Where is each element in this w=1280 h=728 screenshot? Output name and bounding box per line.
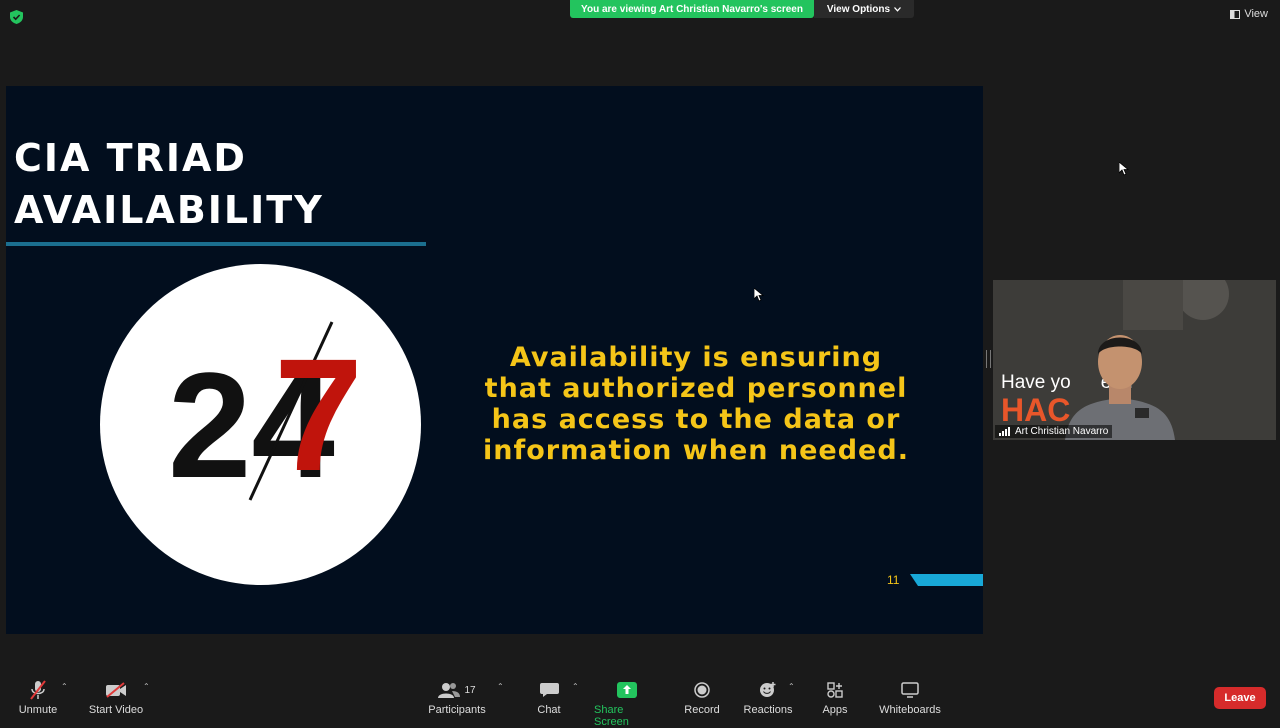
view-options-button[interactable]: View Options — [814, 0, 914, 18]
signal-icon — [999, 427, 1010, 436]
cursor-icon — [754, 288, 764, 302]
record-icon — [694, 682, 710, 698]
slide-title-line-1: CIA TRIAD — [14, 136, 247, 180]
caret-up-icon[interactable]: ⌃ — [497, 682, 504, 691]
start-video-button[interactable]: Start Video — [86, 676, 146, 716]
shield-icon[interactable] — [10, 10, 23, 24]
caret-up-icon[interactable]: ⌃ — [788, 682, 795, 691]
chat-label: Chat — [537, 704, 561, 716]
reactions-icon — [760, 682, 776, 697]
chat-icon — [539, 683, 559, 697]
participants-button[interactable]: 17 Participants — [426, 676, 488, 716]
panel-resize-handle[interactable] — [986, 350, 991, 368]
page-accent-bar — [910, 574, 983, 586]
caret-up-icon[interactable]: ⌃ — [61, 682, 68, 691]
cursor-icon — [1119, 162, 1129, 176]
caret-up-icon[interactable]: ⌃ — [572, 682, 579, 691]
shared-screen-slide: CIA TRIAD AVAILABILITY 24 7 Availability… — [6, 86, 983, 634]
mic-muted-icon — [30, 680, 46, 700]
video-background-text-1a: Have yo — [1001, 372, 1071, 393]
share-screen-button[interactable]: Share Screen — [594, 676, 660, 728]
participants-icon — [438, 683, 461, 698]
meeting-toolbar: Unmute ⌃ Start Video ⌃ 17 Participants ⌃… — [0, 676, 1280, 728]
leave-label: Leave — [1224, 692, 1256, 704]
reactions-button[interactable]: Reactions — [744, 676, 792, 716]
video-off-icon — [106, 682, 126, 698]
participant-name-tag: Art Christian Navarro — [995, 425, 1113, 438]
viewing-screen-banner: You are viewing Art Christian Navarro's … — [570, 0, 814, 18]
slide-body-line-1: Availability is ensuring — [509, 342, 883, 373]
whiteboards-label: Whiteboards — [879, 704, 941, 716]
logo-text-7: 7 — [274, 325, 363, 504]
view-button[interactable]: View — [1230, 8, 1268, 20]
participants-count: 17 — [464, 684, 476, 696]
slide-title: CIA TRIAD AVAILABILITY — [14, 132, 324, 236]
unmute-button[interactable]: Unmute — [14, 676, 62, 716]
view-options-label: View Options — [826, 3, 891, 15]
record-label: Record — [684, 704, 720, 716]
logo-24-7: 24 7 — [100, 264, 421, 585]
participant-person — [1065, 335, 1175, 440]
whiteboard-icon — [901, 682, 919, 698]
slide-body-line-4: information when needed. — [483, 435, 909, 466]
view-icon — [1230, 9, 1241, 19]
apps-button[interactable]: Apps — [818, 676, 852, 716]
apps-label: Apps — [822, 704, 848, 716]
start-video-label: Start Video — [88, 704, 144, 716]
caret-up-icon[interactable]: ⌃ — [143, 682, 150, 691]
view-button-label: View — [1244, 8, 1268, 20]
share-screen-icon — [617, 682, 637, 698]
video-background-text-2: HAC — [1001, 392, 1071, 428]
title-underline — [6, 242, 426, 246]
chat-button[interactable]: Chat — [530, 676, 568, 716]
participants-label: Participants — [428, 704, 486, 716]
participant-name: Art Christian Navarro — [1015, 426, 1109, 437]
slide-body-line-3: has access to the data or — [491, 404, 901, 435]
slide-body-line-2: that authorized personnel — [484, 373, 908, 404]
unmute-label: Unmute — [18, 704, 58, 716]
share-screen-label: Share Screen — [594, 704, 629, 728]
leave-button[interactable]: Leave — [1214, 687, 1266, 709]
slide-page-number: 11 — [887, 573, 900, 587]
apps-icon — [827, 682, 843, 698]
slide-title-line-2: AVAILABILITY — [14, 188, 324, 232]
slide-body-text: Availability is ensuring that authorized… — [476, 342, 916, 466]
chevron-down-icon — [894, 6, 902, 12]
whiteboards-button[interactable]: Whiteboards — [876, 676, 944, 716]
logo-24-7-graphic: 24 7 — [168, 321, 363, 509]
record-button[interactable]: Record — [682, 676, 722, 716]
reactions-label: Reactions — [743, 704, 793, 716]
participant-video-tile[interactable]: Have yoeen HAC Art Christian Navarro — [993, 280, 1276, 440]
